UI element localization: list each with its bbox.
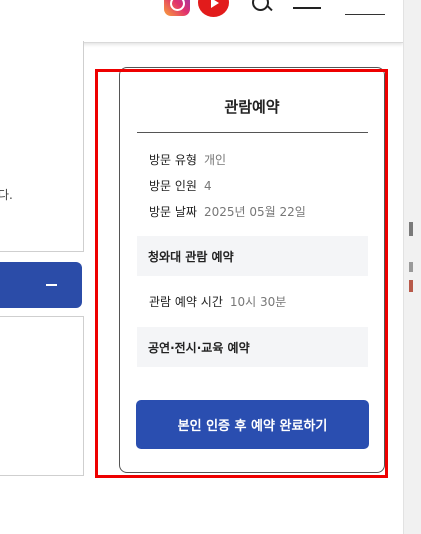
page-scrollbar[interactable]: [403, 0, 421, 534]
left-text-fragment: 다.: [0, 188, 13, 202]
menu-icon[interactable]: [293, 0, 321, 10]
language-selector[interactable]: [345, 14, 385, 15]
accordion-body: [0, 316, 84, 476]
left-content-panel: [0, 41, 84, 252]
scrollbar-marker: [409, 280, 413, 292]
youtube-icon[interactable]: [198, 0, 229, 17]
accordion-header[interactable]: [0, 262, 82, 308]
collapse-icon[interactable]: [46, 284, 57, 286]
instagram-icon[interactable]: [164, 0, 190, 16]
scrollbar-marker: [409, 262, 413, 272]
scrollbar-marker: [409, 222, 413, 236]
highlight-box: [95, 69, 388, 478]
search-icon[interactable]: [252, 0, 269, 11]
site-header: [0, 0, 403, 43]
